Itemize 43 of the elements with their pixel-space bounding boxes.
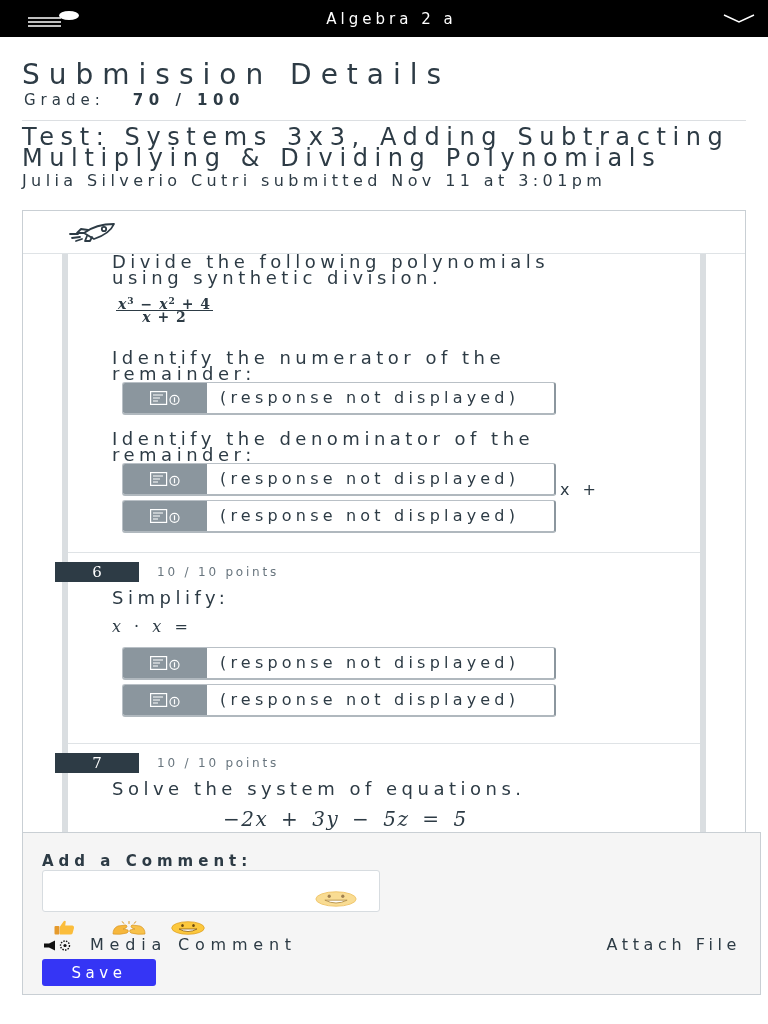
speaker-icon (44, 939, 71, 951)
clapping-hands-icon[interactable] (111, 920, 147, 935)
question-text: Simplify: (112, 590, 230, 606)
assignment-title: Test: Systems 3x3, Adding Subtracting Multiplying & Dividing Polynomials (22, 127, 731, 169)
comment-label: Add a Comment: (42, 852, 253, 870)
attach-file-link[interactable]: Attach File (606, 937, 741, 953)
document-icon (150, 472, 180, 486)
page-title: Submission Details (22, 59, 451, 91)
question-number-badge: 6 (55, 562, 139, 582)
question-text: Identify the denominator of the remainder: (112, 431, 536, 463)
document-icon (150, 693, 180, 707)
grinning-face-icon[interactable] (171, 920, 205, 935)
answer-suffix: x + (560, 482, 600, 498)
save-button[interactable]: Save (42, 959, 156, 986)
comment-field[interactable] (42, 870, 380, 912)
document-icon (150, 391, 180, 405)
document-icon (150, 656, 180, 670)
points-text: 10 / 10 points (157, 756, 280, 770)
question-number-badge: 7 (55, 753, 139, 773)
fraction-numerator: x$^{3}$ − x$^{2}$ + 4 (116, 298, 214, 311)
media-comment-button[interactable]: Media Comment (44, 937, 297, 953)
rocket-icon (68, 222, 116, 242)
response-text: (response not displayed) (220, 389, 520, 407)
menu-icon[interactable] (28, 10, 79, 27)
question-text: Identify the numerator of the remainder: (112, 350, 507, 382)
submission-info: Julia Silverio Cutri submitted Nov 11 at 3:01pm (22, 171, 607, 191)
question-text: Solve the system of equations. (112, 781, 526, 797)
thumbs-up-icon[interactable] (54, 920, 75, 935)
response-text: (response not displayed) (220, 507, 520, 525)
grade-label: Grade: (24, 91, 105, 109)
response-text: (response not displayed) (220, 691, 520, 709)
grinning-face-icon[interactable] (315, 891, 357, 907)
grade-value: 70 / 100 (132, 91, 245, 109)
course-title: Algebra 2 a (326, 9, 457, 28)
math-expression: x · x = (112, 618, 190, 636)
response-text: (response not displayed) (220, 470, 520, 488)
chevron-down-icon[interactable] (723, 14, 755, 23)
points-text: 10 / 10 points (157, 565, 280, 579)
response-text: (response not displayed) (220, 654, 520, 672)
question-text: Divide the following polynomials using synthetic division. (112, 254, 551, 286)
fraction-denominator: x + 2 (141, 311, 188, 323)
equation: −2x + 3y − 5z = 5 (223, 809, 468, 830)
document-icon (150, 509, 180, 523)
